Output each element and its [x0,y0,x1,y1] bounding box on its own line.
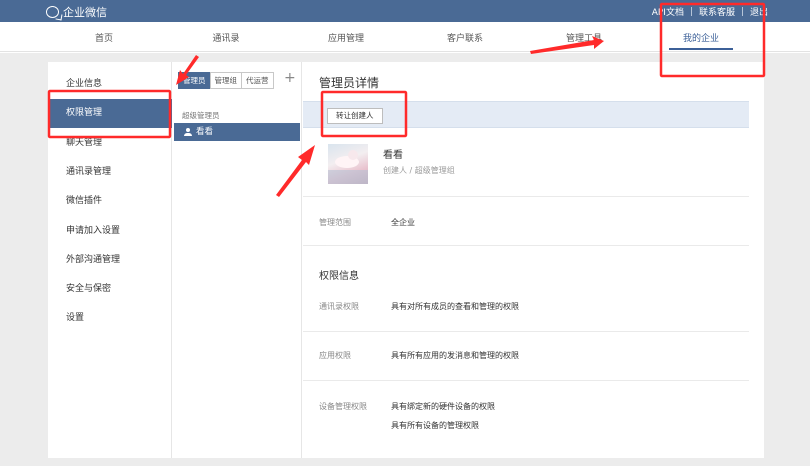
contact-support-link[interactable]: 联系客服 [699,5,735,18]
tab-administrators[interactable]: 管理员 [178,72,211,89]
super-admin-label: 超级管理员 [182,111,220,120]
device-permission-label: 设备管理权限 [319,402,367,411]
menu-security[interactable]: 安全与保密 [48,275,172,304]
admin-name: 看看 [383,150,403,161]
nav-contacts[interactable]: 通讯录 [191,31,261,44]
app-logo[interactable]: 企业微信 [46,4,107,20]
top-links: API文档 联系客服 退出 [652,5,768,18]
chat-bubble-icon [46,6,59,18]
admin-list-item-name: 看看 [196,127,214,137]
menu-settings[interactable]: 设置 [48,304,172,333]
nav-customer-contact[interactable]: 客户联系 [430,31,500,44]
menu-contacts-management[interactable]: 通讯录管理 [48,158,172,187]
admin-type-tabs: 管理员 管理组 代运营 [178,72,274,89]
nav-home[interactable]: 首页 [69,31,139,44]
page-title: 管理员详情 [319,76,380,90]
nav-app-management[interactable]: 应用管理 [311,31,381,44]
logout-link[interactable]: 退出 [750,5,768,18]
admin-list-item[interactable]: 看看 [174,123,300,141]
contacts-permission-value: 具有对所有成员的查看和管理的权限 [391,302,519,311]
divider [303,196,749,197]
left-menu: 企业信息 权限管理 聊天管理 通讯录管理 微信插件 申请加入设置 外部沟通管理 … [48,62,172,458]
top-bar: 企业微信 API文档 联系客服 退出 [0,0,810,22]
transfer-creator-button[interactable]: 转让创建人 [327,108,383,124]
menu-wechat-plugin[interactable]: 微信插件 [48,187,172,216]
scope-value: 全企业 [391,218,415,227]
scope-label: 管理范围 [319,218,351,227]
divider [303,380,749,381]
app-logo-text: 企业微信 [63,6,107,19]
nav-management-tools[interactable]: 管理工具 [549,31,619,44]
tab-admin-groups[interactable]: 管理组 [209,72,242,89]
menu-external-communication[interactable]: 外部沟通管理 [48,246,172,275]
divider [303,331,749,332]
device-permission-value: 具有所有设备的管理权限 [391,421,479,430]
app-permission-label: 应用权限 [319,351,351,360]
device-permission-value: 具有绑定新的硬件设备的权限 [391,402,495,411]
menu-chat-management[interactable]: 聊天管理 [48,129,172,158]
top-link-divider [741,7,743,16]
api-docs-link[interactable]: API文档 [652,5,684,18]
user-icon [184,128,192,136]
menu-permission-management[interactable]: 权限管理 [48,99,172,128]
avatar [328,144,368,184]
admin-list-panel: 管理员 管理组 代运营 + 超级管理员 看看 [172,62,302,458]
app-permission-value: 具有所有应用的发消息和管理的权限 [391,351,519,360]
menu-join-settings[interactable]: 申请加入设置 [48,217,172,246]
divider [303,245,749,246]
contacts-permission-label: 通讯录权限 [319,302,359,311]
tab-operators[interactable]: 代运营 [241,72,274,89]
permissions-title: 权限信息 [319,271,359,282]
add-admin-icon[interactable]: + [284,70,296,86]
menu-enterprise-info[interactable]: 企业信息 [48,70,172,99]
nav-active-indicator [669,48,733,50]
admin-detail-panel: 管理员详情 转让创建人 看看 创建人 / 超级管理组 管理范围 全企业 权限信息… [303,62,764,458]
nav-my-enterprise[interactable]: 我的企业 [666,31,736,44]
admin-role: 创建人 / 超级管理组 [383,166,455,175]
action-bar: 转让创建人 [303,101,749,128]
top-link-divider [690,7,692,16]
